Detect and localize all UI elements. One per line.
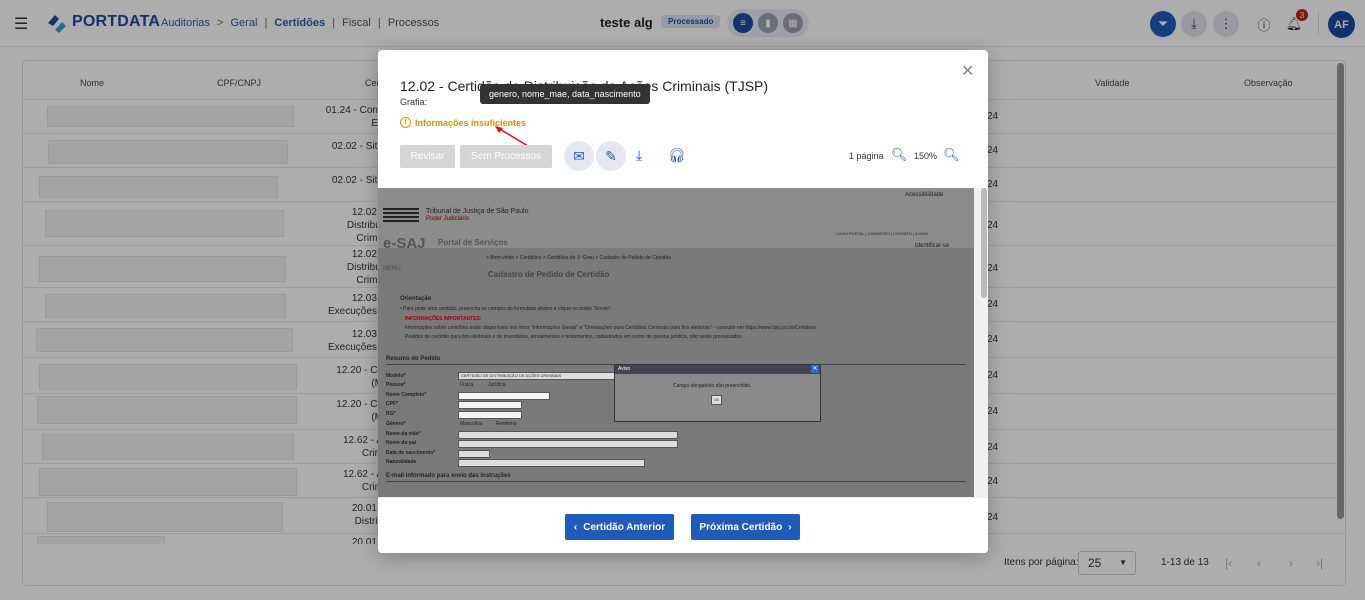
- email-icon[interactable]: ✉: [564, 141, 594, 171]
- doc-field-label: Data de nascimento*: [386, 450, 436, 456]
- doc-field-label: Nome da mãe*: [386, 431, 421, 437]
- sem-processos-button[interactable]: Sem Processos: [460, 145, 552, 168]
- doc-name-field: [458, 392, 550, 400]
- edit-pencil-icon[interactable]: ✎: [596, 141, 626, 171]
- previous-label: Certidão Anterior: [583, 521, 666, 533]
- close-icon: ✕: [811, 365, 819, 373]
- modal-footer: ‹ Certidão Anterior Próxima Certidão ›: [378, 497, 988, 553]
- doc-accessibility: Acessibilidade: [905, 192, 944, 198]
- doc-modelo-select: CERTIDÃO DE DISTRIBUIÇÃO DE AÇÕES CRIMIN…: [458, 372, 615, 380]
- next-label: Próxima Certidão: [699, 521, 783, 533]
- doc-important: INFORMAÇÕES IMPORTANTES:: [405, 316, 482, 322]
- doc-field-label: Pessoa*: [386, 382, 406, 388]
- info-icon: !: [400, 117, 411, 128]
- zoom-level: 150%: [914, 151, 938, 161]
- doc-alert-message: Campo obrigatório não preenchido.: [673, 383, 752, 389]
- tjsp-flag-icon: [383, 208, 419, 224]
- doc-nav-links: CAIXA POSTAL | CADASTRO | CONTATO | AJUD…: [836, 231, 929, 236]
- document-preview[interactable]: Acessibilidade Tribunal de Justiça de Sã…: [378, 188, 988, 497]
- revisar-button[interactable]: Revisar: [400, 145, 455, 168]
- doc-scrollbar[interactable]: [981, 188, 987, 298]
- doc-menu: MENU: [383, 266, 401, 272]
- doc-pessoa-option: Jurídica: [488, 382, 506, 388]
- doc-field-label: CPF*: [386, 401, 398, 407]
- document-page: Acessibilidade Tribunal de Justiça de Sã…: [378, 188, 974, 497]
- doc-breadcrumb: > Bem-vindo > Certidões > Certidões de 1…: [486, 255, 671, 261]
- chevron-left-icon: ‹: [573, 521, 578, 533]
- doc-info1: Informações sobre certidões estão dispon…: [405, 325, 817, 331]
- doc-orientacao: Orientação: [400, 296, 432, 302]
- headphones-icon[interactable]: 🎧︎: [668, 147, 686, 164]
- doc-field-label: Nome do pai: [386, 440, 417, 446]
- doc-alert-dialog: Aviso ✕ Campo obrigatório não preenchido…: [614, 364, 821, 422]
- doc-mother-field: [458, 431, 678, 439]
- download-icon[interactable]: ⤓: [636, 147, 642, 164]
- doc-rg-field: [458, 411, 522, 419]
- doc-genero-option: Feminino: [496, 421, 517, 427]
- doc-identify: Identificar-se: [915, 243, 950, 249]
- zoom-out-icon[interactable]: 🔍︎: [891, 147, 908, 163]
- doc-poder: Poder Judiciário: [426, 216, 470, 222]
- doc-naturalidade-field: [458, 459, 645, 467]
- chevron-right-icon: ›: [788, 521, 792, 533]
- grafia-label: Grafia:: [400, 97, 428, 107]
- doc-rule: [386, 481, 966, 482]
- doc-alert-ok-button: Ok: [711, 395, 722, 405]
- doc-tribunal: Tribunal de Justiça de São Paulo: [426, 208, 529, 215]
- doc-birth-field: [458, 450, 490, 458]
- doc-resumo: Resumo do Pedido: [386, 356, 441, 362]
- doc-page-title: Cadastro de Pedido de Certidão: [488, 270, 610, 279]
- next-certidao-button[interactable]: Próxima Certidão ›: [691, 514, 800, 540]
- missing-fields-tooltip: genero, nome_mae, data_nascimento: [480, 84, 650, 104]
- doc-father-field: [458, 440, 678, 448]
- doc-field-label: Nome Completo*: [386, 392, 427, 398]
- doc-email-section: E-mail informado para envio das instruçõ…: [386, 473, 511, 479]
- doc-portal-sub: Portal de Serviços: [438, 238, 508, 247]
- doc-pessoa-option: Física: [460, 382, 474, 388]
- close-icon[interactable]: ✕: [961, 61, 974, 81]
- certidao-modal: ✕ 12.02 - Certidão de Distribuição de Aç…: [378, 50, 988, 553]
- doc-orient-line: • Para pedir uma certidão, preencha os c…: [400, 306, 613, 312]
- doc-cpf-field: [458, 401, 522, 409]
- previous-certidao-button[interactable]: ‹ Certidão Anterior: [565, 514, 674, 540]
- doc-field-label: RG*: [386, 411, 396, 417]
- doc-field-label: Modelo*: [386, 373, 406, 379]
- doc-field-label: Naturalidade: [386, 459, 417, 465]
- doc-alert-titlebar: Aviso ✕: [615, 365, 820, 374]
- doc-portal-logo: e-SAJ: [383, 235, 426, 252]
- doc-genero-option: Masculino: [460, 421, 483, 427]
- page-count: 1 página: [849, 151, 884, 161]
- zoom-in-icon[interactable]: 🔍︎: [943, 147, 960, 163]
- doc-info2: Pedidos de certidão para fins eleitorais…: [405, 334, 743, 340]
- doc-field-label: Gênero*: [386, 421, 406, 427]
